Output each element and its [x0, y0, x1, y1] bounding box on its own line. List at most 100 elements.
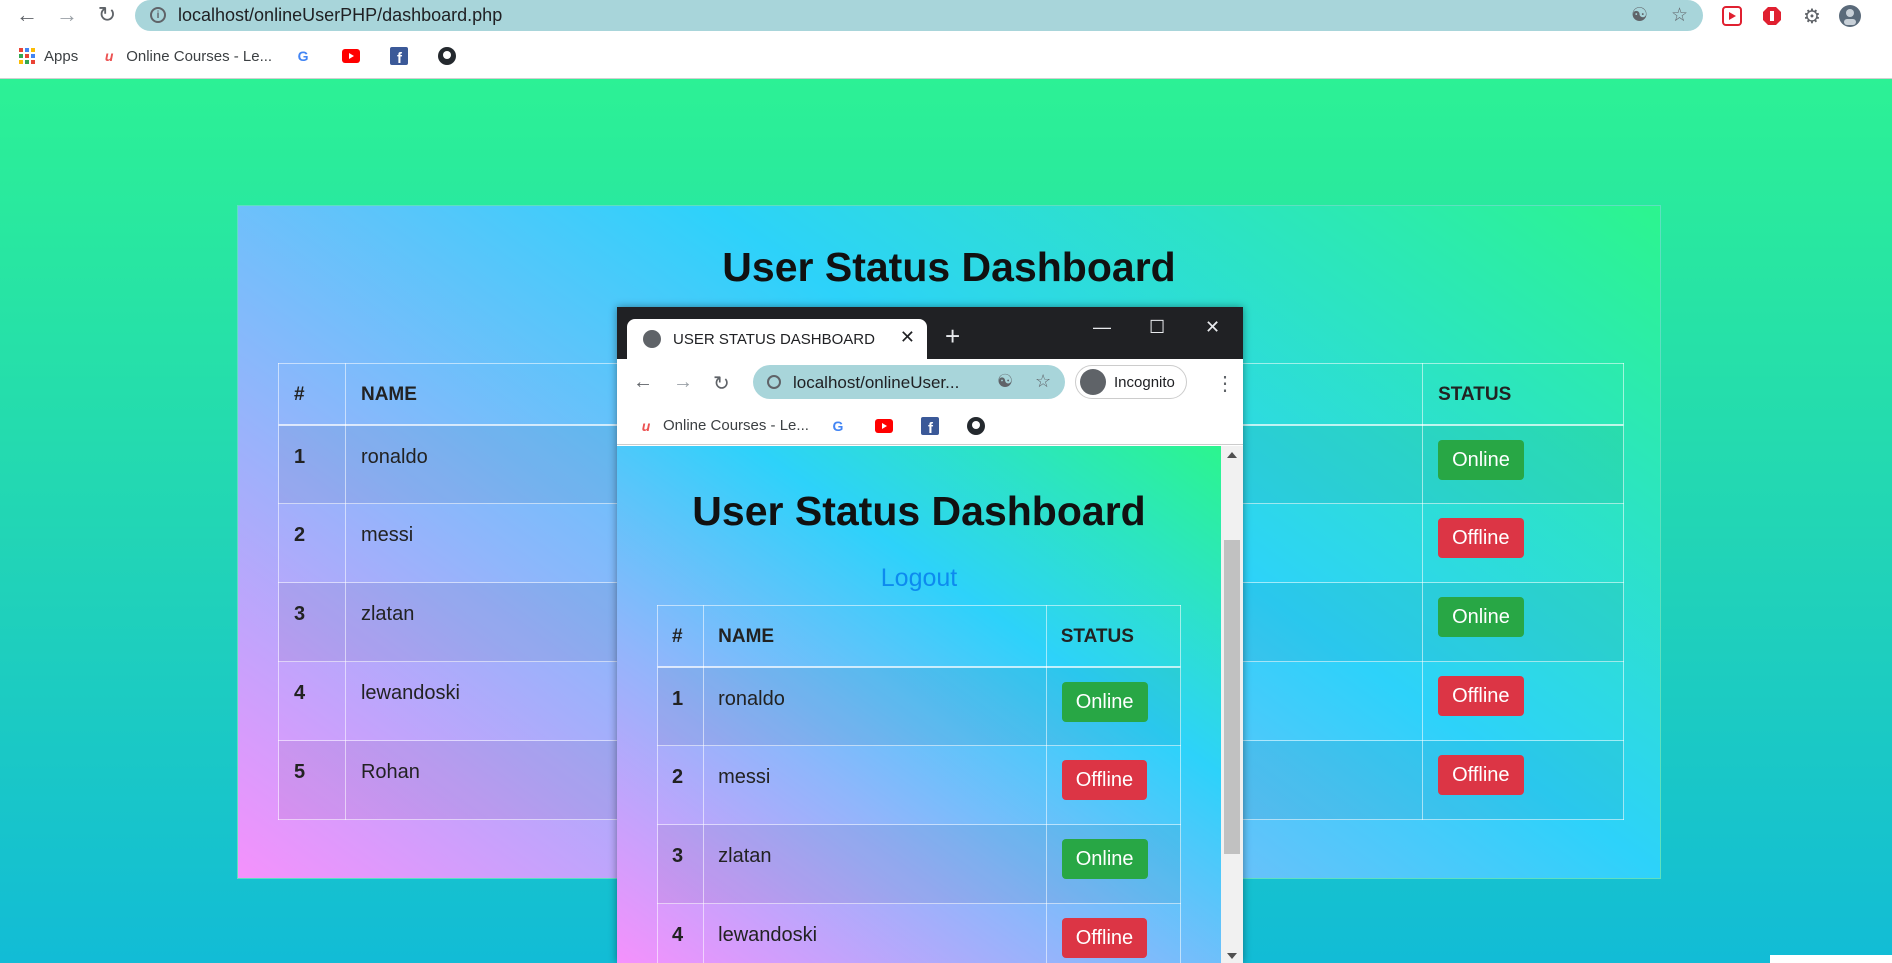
browser-tab[interactable]: USER STATUS DASHBOARD ✕ [627, 319, 927, 359]
udemy-icon: u [641, 417, 651, 434]
translate-icon[interactable]: ☯ [1631, 4, 1648, 27]
extensions-puzzle-icon[interactable]: ⚙ [1800, 4, 1824, 28]
adblock-icon[interactable] [1760, 4, 1784, 28]
reload-icon[interactable]: ↻ [92, 0, 122, 30]
google-icon: G [297, 48, 309, 64]
github-icon [966, 416, 985, 435]
site-info-icon[interactable] [767, 375, 781, 389]
back-icon[interactable]: ← [12, 0, 42, 30]
youtube-icon [342, 47, 361, 65]
status-online-button[interactable]: Online [1438, 597, 1524, 637]
bookmark-github[interactable] [966, 416, 993, 435]
status-online-button[interactable]: Online [1061, 839, 1148, 879]
tab-title: USER STATUS DASHBOARD [673, 330, 875, 348]
close-window-icon[interactable]: ✕ [1205, 317, 1220, 338]
status-cell: Online [1045, 824, 1182, 904]
incognito-badge[interactable]: Incognito [1075, 365, 1187, 399]
popup-address-bar[interactable]: localhost/onlineUser... ☯ ☆ [753, 365, 1065, 399]
incognito-window: USER STATUS DASHBOARD ✕ + — ☐ ✕ ← → ↻ lo… [617, 307, 1243, 963]
bookmark-youtube[interactable] [874, 417, 901, 435]
address-bar-url[interactable]: localhost/onlineUserPHP/dashboard.php [178, 5, 502, 26]
menu-icon[interactable]: ⋮ [1215, 371, 1235, 396]
column-header-status: STATUS [1045, 605, 1182, 667]
page-title: User Status Dashboard [722, 244, 1176, 290]
status-online-button[interactable]: Online [1061, 681, 1148, 722]
popup-bookmarks-bar: u Online Courses - Le... G f [617, 407, 1243, 445]
row-number: 3 [278, 582, 346, 662]
status-offline-button[interactable]: Offline [1438, 518, 1524, 558]
bookmark-star-icon[interactable]: ☆ [1035, 371, 1051, 392]
maximize-icon[interactable]: ☐ [1149, 317, 1165, 338]
row-number: 2 [656, 745, 705, 825]
globe-icon [643, 330, 661, 348]
bookmark-apps[interactable]: Apps [18, 47, 78, 65]
column-header-status: STATUS [1422, 363, 1624, 425]
page-title: User Status Dashboard [692, 488, 1146, 534]
logout-link[interactable]: Logout [617, 564, 1221, 593]
popup-address-bar-url[interactable]: localhost/onlineUser... [793, 373, 959, 393]
status-online-button[interactable]: Online [1438, 439, 1524, 480]
bookmark-github[interactable] [438, 47, 464, 65]
forward-icon[interactable]: → [673, 371, 693, 394]
vertical-scrollbar[interactable] [1221, 446, 1243, 963]
table-header-row: # NAME STATUS [656, 605, 1182, 667]
bookmark-label: Online Courses - Le... [126, 47, 273, 65]
user-name: zlatan [703, 824, 1047, 904]
status-cell: Online [1045, 666, 1182, 746]
bookmark-google[interactable]: G [294, 47, 320, 65]
row-number: 4 [278, 661, 346, 741]
status-cell: Offline [1045, 745, 1182, 825]
table-row: 4 lewandoski Offline [656, 903, 1182, 963]
status-cell: Online [1422, 582, 1624, 662]
github-icon [438, 47, 457, 65]
table-row: 2 messi Offline [656, 745, 1182, 825]
apps-grid-icon [18, 47, 36, 65]
bookmark-label: Online Courses - Le... [663, 417, 809, 434]
bookmark-google[interactable]: G [829, 417, 855, 435]
status-offline-button[interactable]: Offline [1438, 755, 1524, 795]
minimize-icon[interactable]: — [1093, 317, 1111, 338]
table-row: 3 zlatan Online [656, 824, 1182, 904]
site-info-icon[interactable]: i [150, 7, 166, 23]
extension-red-icon[interactable] [1720, 4, 1744, 28]
row-number: 4 [656, 903, 705, 963]
status-offline-button[interactable]: Offline [1061, 760, 1148, 800]
bookmark-facebook[interactable]: f [920, 416, 947, 435]
status-cell: Offline [1045, 903, 1182, 963]
google-icon: G [832, 417, 844, 434]
incognito-icon [1080, 369, 1106, 395]
popup-toolbar: ← → ↻ localhost/onlineUser... ☯ ☆ Incogn… [617, 359, 1243, 407]
new-tab-icon[interactable]: + [945, 321, 960, 352]
row-number: 1 [656, 666, 705, 746]
scrollbar-thumb[interactable] [1224, 540, 1240, 854]
bookmark-label: Apps [44, 47, 79, 65]
reload-icon[interactable]: ↻ [713, 371, 730, 396]
facebook-icon: f [920, 416, 939, 435]
bookmark-star-icon[interactable]: ☆ [1671, 4, 1688, 27]
bookmark-youtube[interactable] [342, 47, 368, 65]
column-header-number: # [278, 363, 346, 425]
bookmark-facebook[interactable]: f [390, 47, 416, 65]
scroll-down-icon[interactable] [1227, 953, 1237, 959]
status-offline-button[interactable]: Offline [1061, 918, 1148, 958]
status-offline-button[interactable]: Offline [1438, 676, 1524, 716]
translate-icon[interactable]: ☯ [997, 371, 1013, 392]
profile-avatar[interactable] [1838, 4, 1862, 28]
user-name: messi [703, 745, 1047, 825]
incognito-label: Incognito [1114, 373, 1175, 391]
status-cell: Offline [1422, 740, 1624, 820]
bookmark-udemy[interactable]: u Online Courses - Le... [637, 417, 809, 435]
close-tab-icon[interactable]: ✕ [900, 327, 915, 348]
status-cell: Online [1422, 424, 1624, 504]
bookmarks-bar: Apps u Online Courses - Le... G f [0, 42, 486, 70]
row-number: 2 [278, 503, 346, 583]
back-icon[interactable]: ← [633, 371, 653, 394]
facebook-icon: f [390, 47, 409, 65]
scroll-up-icon[interactable] [1227, 452, 1237, 458]
bookmark-udemy[interactable]: u Online Courses - Le... [100, 47, 272, 65]
forward-icon[interactable]: → [52, 0, 82, 30]
address-bar[interactable]: i localhost/onlineUserPHP/dashboard.php … [135, 0, 1703, 31]
youtube-icon [874, 417, 893, 435]
user-name: ronaldo [703, 666, 1047, 746]
column-header-name: NAME [703, 605, 1047, 667]
